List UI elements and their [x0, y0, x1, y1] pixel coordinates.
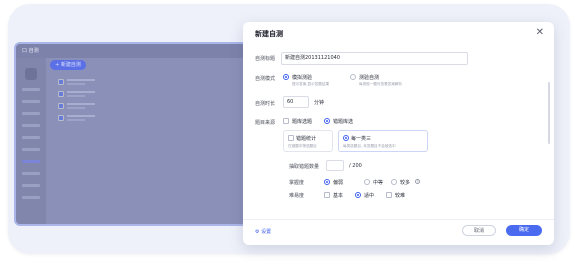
footer-divider [243, 219, 554, 220]
range-option-label: 错题统计 [296, 136, 317, 142]
app-sidebar [16, 58, 46, 224]
sidebar-item [22, 184, 40, 187]
sidebar-item [22, 100, 40, 103]
source-checkbox-bank[interactable] [283, 118, 289, 124]
avatar [25, 68, 37, 80]
cancel-button[interactable]: 取消 [462, 225, 496, 236]
sidebar-item [22, 88, 40, 91]
sidebar-item [22, 172, 40, 175]
background-app: 口 自测 + 新建自测 [14, 42, 254, 226]
count-input[interactable] [326, 160, 344, 171]
accuracy-option-label: 适中 [364, 193, 375, 199]
difficulty-radio-medium[interactable] [364, 179, 370, 185]
sidebar-item [22, 124, 40, 127]
sidebar-item-active [22, 160, 40, 163]
list-item [58, 114, 106, 122]
range-card-each[interactable]: 每一类三 每类选题目, 未答题目不会被选中 [338, 130, 428, 152]
difficulty-option-label: 中等 [373, 180, 384, 186]
accuracy-label: 难易度 [289, 193, 305, 199]
sidebar-item [22, 136, 40, 139]
duration-unit: 分钟 [314, 100, 325, 106]
list-item [58, 78, 106, 86]
source-option-label: 题库选题 [292, 119, 313, 125]
source-radio-wrong[interactable] [324, 118, 330, 124]
range-checkbox[interactable] [288, 135, 294, 141]
accuracy-option-label: 较难 [395, 193, 406, 199]
title-input[interactable]: 新建自测20131121040 [281, 52, 468, 65]
app-logo: 口 自测 [22, 48, 39, 54]
mode-radio-simulate[interactable] [283, 74, 289, 80]
range-card-stats[interactable]: 错题统计 在错题中筛选题目 [283, 130, 333, 152]
count-total: / 200 [349, 163, 362, 169]
app-topbar: 口 自测 [16, 44, 252, 58]
difficulty-option-label: 偏弱 [333, 180, 344, 186]
mode-option-label: 测验自测 [359, 75, 380, 81]
difficulty-label: 掌握度 [289, 180, 305, 186]
accuracy-radio-medium[interactable] [355, 192, 361, 198]
range-option-desc: 每类选题目, 未答题目不会被选中 [343, 144, 396, 148]
ok-button[interactable]: 确定 [506, 225, 542, 236]
source-option-label: 错题库选 [333, 119, 354, 125]
mode-option-desc: 提示答案,显示答题结果 [292, 82, 330, 86]
mode-radio-practice[interactable] [350, 74, 356, 80]
accuracy-checkbox-basic[interactable] [324, 192, 330, 198]
range-option-label: 每一类三 [351, 136, 372, 142]
duration-label: 自测时长 [255, 101, 276, 107]
dialog-title: 新建自测 [255, 30, 283, 38]
difficulty-option-label: 较多 [400, 180, 411, 186]
sidebar-item [22, 196, 40, 199]
source-label: 题目来源 [255, 120, 276, 126]
new-selftest-button: + 新建自测 [50, 60, 86, 70]
new-selftest-dialog: 新建自测 ✕ 自测标题 新建自测20131121040 自测模式 模拟测验 提示… [243, 22, 554, 245]
accuracy-option-label: 基本 [333, 193, 344, 199]
list-item [58, 90, 106, 98]
settings-link[interactable]: ⚙ 设置 [255, 228, 271, 235]
count-label: 抽取错题数量 [289, 164, 320, 170]
sidebar-item [22, 148, 40, 151]
mode-option-label: 模拟测验 [292, 75, 313, 81]
title-label: 自测标题 [255, 56, 276, 62]
sidebar-item [22, 112, 40, 115]
duration-input[interactable]: 60 [283, 96, 309, 108]
help-icon[interactable]: ? [415, 179, 420, 184]
list-item [58, 102, 106, 110]
range-option-desc: 在错题中筛选题目 [288, 144, 317, 148]
mode-label: 自测模式 [255, 76, 276, 82]
range-radio[interactable] [343, 135, 349, 141]
difficulty-radio-many[interactable] [391, 179, 397, 185]
scrollbar[interactable] [548, 82, 550, 144]
accuracy-checkbox-hard[interactable] [386, 192, 392, 198]
mode-option-desc: 每测验一题可查看答案解析 [359, 82, 403, 86]
close-icon[interactable]: ✕ [536, 27, 544, 38]
difficulty-radio-weak[interactable] [324, 179, 330, 185]
